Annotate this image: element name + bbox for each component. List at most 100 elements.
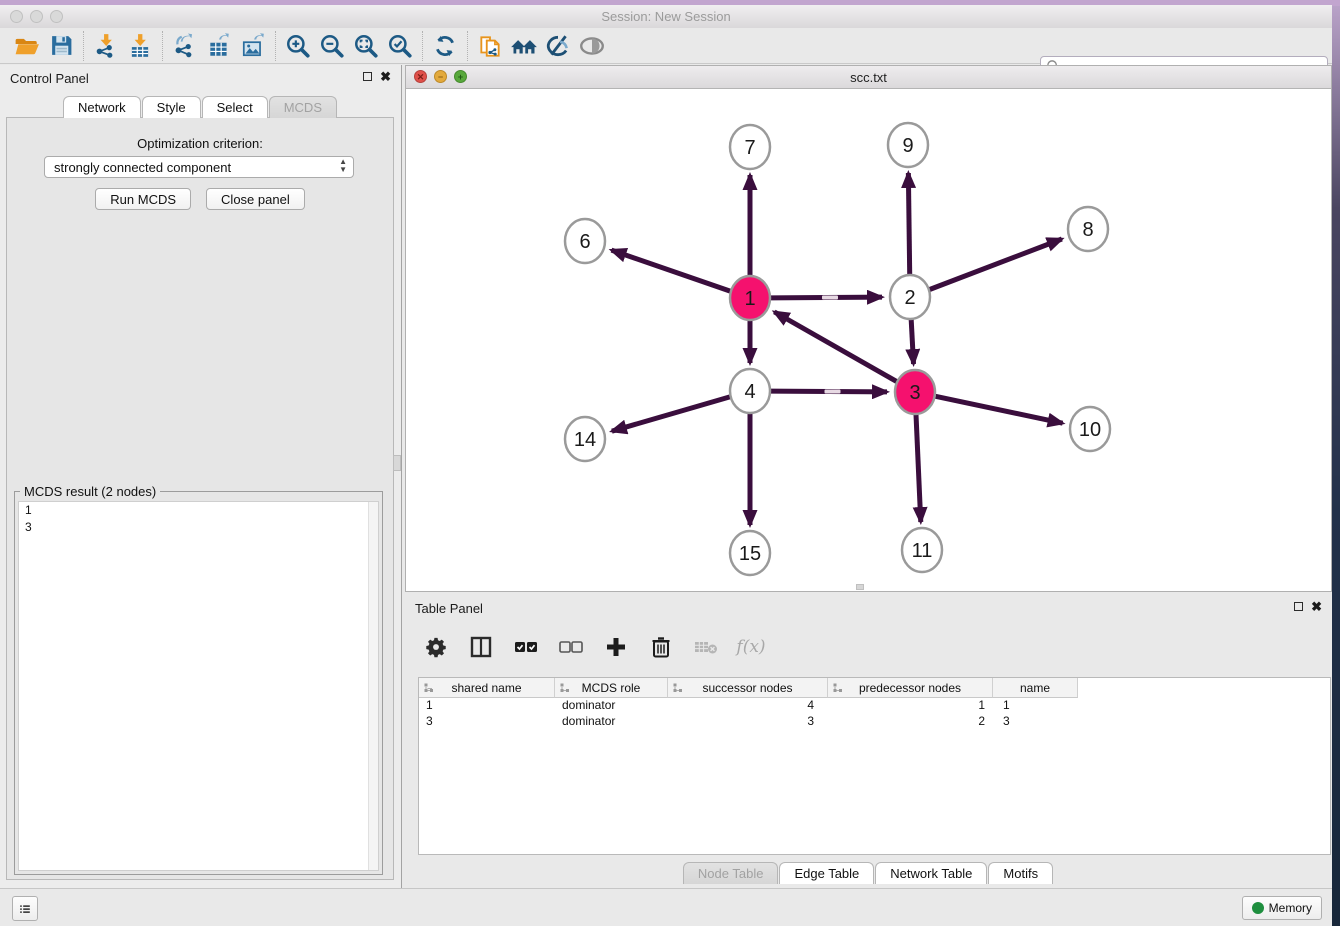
toolbar-separator [275, 31, 276, 61]
export-image-button[interactable] [236, 31, 270, 61]
graph-node-10[interactable]: 10 [1070, 407, 1110, 451]
apply-layout-button[interactable] [428, 31, 462, 61]
panel-divider-handle[interactable] [393, 455, 401, 471]
select-all-button[interactable] [511, 632, 541, 662]
add-column-button[interactable] [601, 632, 631, 662]
column-header-shared-name[interactable]: shared name [419, 678, 555, 698]
network-canvas[interactable]: 7 9 6 8 1 2 4 3 14 10 15 11 [406, 89, 1331, 591]
zoom-out-button[interactable] [315, 31, 349, 61]
zoom-fit-button[interactable] [349, 31, 383, 61]
column-layout-button[interactable] [466, 632, 496, 662]
tab-style[interactable]: Style [142, 96, 201, 118]
float-panel-icon[interactable] [363, 72, 372, 81]
svg-text:6: 6 [579, 231, 590, 253]
result-scrollbar[interactable] [368, 502, 378, 870]
deselect-all-button[interactable] [556, 632, 586, 662]
column-header-successor-nodes[interactable]: successor nodes [668, 678, 828, 698]
zoom-fit-icon [353, 33, 379, 59]
table-row[interactable]: 1 dominator 4 1 1 [419, 698, 1330, 714]
delete-table-icon [693, 637, 719, 657]
svg-text:14: 14 [574, 429, 596, 451]
tab-node-table[interactable]: Node Table [683, 862, 779, 884]
float-panel-icon[interactable] [1294, 602, 1303, 611]
graph-node-6[interactable]: 6 [565, 219, 605, 263]
open-session-button[interactable] [10, 31, 44, 61]
cell-shared-name: 1 [419, 698, 555, 714]
cell-name: 3 [993, 714, 1078, 730]
cell-successor-nodes: 4 [668, 698, 828, 714]
toggle-birdseye-button[interactable] [575, 31, 609, 61]
toolbar-separator [467, 31, 468, 61]
tab-motifs[interactable]: Motifs [988, 862, 1053, 884]
hide-labels-button[interactable] [541, 31, 575, 61]
gear-icon [425, 636, 447, 658]
column-header-name[interactable]: name [993, 678, 1078, 698]
memory-label: Memory [1269, 901, 1312, 915]
export-image-icon [240, 33, 266, 59]
svg-text:4: 4 [744, 381, 755, 403]
function-builder-button[interactable]: f(x) [736, 632, 766, 662]
home-view-button[interactable] [507, 31, 541, 61]
duplicate-network-button[interactable] [473, 31, 507, 61]
duplicate-network-icon [477, 33, 503, 59]
mcds-panel-content: Optimization criterion: strongly connect… [6, 117, 394, 880]
sort-hierarchy-icon [424, 683, 434, 693]
unchecked-boxes-icon [558, 636, 584, 658]
list-icon [19, 901, 31, 917]
graph-node-9[interactable]: 9 [888, 123, 928, 167]
memory-button[interactable]: Memory [1242, 896, 1322, 920]
panel-divider[interactable] [401, 65, 402, 888]
node-table: shared name MCDS role successor nodes pr… [418, 677, 1331, 855]
task-history-button[interactable] [12, 896, 38, 921]
zoom-out-icon [319, 33, 345, 59]
zoom-selected-icon [387, 33, 413, 59]
zoom-selected-button[interactable] [383, 31, 417, 61]
svg-text:1: 1 [744, 288, 755, 310]
export-table-button[interactable] [202, 31, 236, 61]
svg-text:2: 2 [904, 287, 915, 309]
table-settings-button[interactable] [421, 632, 451, 662]
graph-node-11[interactable]: 11 [902, 528, 942, 572]
table-row[interactable]: 3 dominator 3 2 3 [419, 714, 1330, 730]
graph-node-4[interactable]: 4 [730, 369, 770, 413]
tab-network[interactable]: Network [63, 96, 141, 118]
graph-node-15[interactable]: 15 [730, 531, 770, 575]
plus-icon [604, 635, 628, 659]
zoom-in-button[interactable] [281, 31, 315, 61]
export-network-button[interactable] [168, 31, 202, 61]
mcds-result-list[interactable]: 1 3 [18, 501, 379, 871]
tab-network-table[interactable]: Network Table [875, 862, 987, 884]
criterion-value: strongly connected component [54, 160, 231, 175]
column-header-mcds-role[interactable]: MCDS role [555, 678, 668, 698]
cell-predecessor-nodes: 2 [828, 714, 993, 730]
close-panel-button[interactable]: Close panel [206, 188, 305, 210]
graph-node-7[interactable]: 7 [730, 125, 770, 169]
close-panel-icon[interactable]: ✖ [380, 71, 391, 82]
graph-node-1[interactable]: 1 [730, 276, 770, 320]
graph-node-2[interactable]: 2 [890, 275, 930, 319]
import-network-button[interactable] [89, 31, 123, 61]
cell-successor-nodes: 3 [668, 714, 828, 730]
column-header-predecessor-nodes[interactable]: predecessor nodes [828, 678, 993, 698]
run-mcds-button[interactable]: Run MCDS [95, 188, 191, 210]
graph-node-3[interactable]: 3 [895, 370, 935, 414]
graph-node-14[interactable]: 14 [565, 417, 605, 461]
import-table-button[interactable] [123, 31, 157, 61]
table-toolbar: f(x) [421, 629, 766, 665]
sort-hierarchy-icon [833, 683, 843, 693]
delete-table-button[interactable] [691, 632, 721, 662]
delete-column-button[interactable] [646, 632, 676, 662]
criterion-dropdown[interactable]: strongly connected component ▲▼ [44, 156, 354, 178]
tab-edge-table[interactable]: Edge Table [779, 862, 874, 884]
cell-name: 1 [993, 698, 1078, 714]
control-panel: Control Panel ✖ Network Style Select MCD… [0, 65, 401, 888]
save-session-button[interactable] [44, 31, 78, 61]
cell-shared-name: 3 [419, 714, 555, 730]
tab-select[interactable]: Select [202, 96, 268, 118]
graph-node-8[interactable]: 8 [1068, 207, 1108, 251]
close-panel-icon[interactable]: ✖ [1311, 601, 1322, 612]
tab-mcds[interactable]: MCDS [269, 96, 337, 118]
network-resize-handle[interactable] [856, 584, 864, 590]
mcds-result-title: MCDS result (2 nodes) [20, 484, 160, 499]
network-graph[interactable]: 7 9 6 8 1 2 4 3 14 10 15 11 [406, 89, 1331, 591]
